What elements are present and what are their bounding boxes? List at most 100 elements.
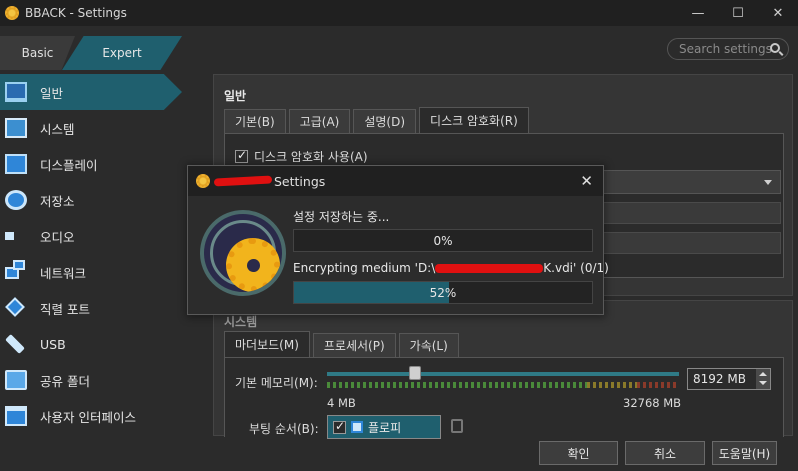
gear-hole <box>247 259 260 272</box>
memory-stepper[interactable] <box>756 369 770 389</box>
sidebar-item-label: 디스플레이 <box>40 157 98 173</box>
system-section: 시스템 마더보드(M) 프로세서(P) 가속(L) 기본 메모리(M): 4 M… <box>213 300 793 439</box>
memory-scale-warning <box>587 382 637 388</box>
operation-progress-label: 0% <box>433 233 453 248</box>
redacted-vm-name <box>213 175 273 187</box>
sidebar-item-network[interactable]: 네트워크 <box>0 254 200 290</box>
mode-tabs: Basic Expert <box>0 36 190 70</box>
operation-description: 설정 저장하는 중... <box>293 210 390 224</box>
sidebar-item-label: USB <box>40 336 66 352</box>
sub-operation-progress-label: 52% <box>429 285 457 300</box>
base-memory-label: 기본 메모리(M): <box>235 376 318 390</box>
enable-encryption-checkbox[interactable] <box>235 148 248 163</box>
sidebar-item-label: 공유 폴더 <box>40 373 90 389</box>
mode-tab-basic[interactable]: Basic <box>0 36 75 70</box>
search-placeholder: Search settings <box>679 42 772 56</box>
cancel-button[interactable]: 취소 <box>625 441 705 465</box>
general-monitor-icon <box>5 82 27 102</box>
motherboard-panel: 기본 메모리(M): 4 MB 32768 MB 8192 MB 부팅 순서(B… <box>224 357 784 439</box>
sidebar-item-system[interactable]: 시스템 <box>0 110 200 146</box>
progress-dialog: Settings ✕ 설정 저장하는 중... 0% Encrypting me… <box>187 165 609 315</box>
memory-scale-danger <box>637 382 679 388</box>
virtualbox-app-icon <box>5 6 19 20</box>
user-interface-icon <box>5 406 27 426</box>
sidebar-item-label: 오디오 <box>40 229 75 245</box>
sub-operation-progress-fill <box>294 282 449 303</box>
decrement-icon[interactable] <box>759 381 767 385</box>
search-input[interactable]: Search settings <box>667 38 789 60</box>
tab-description[interactable]: 설명(D) <box>353 109 417 133</box>
section-title-general: 일반 <box>224 89 247 103</box>
sidebar-item-storage[interactable]: 저장소 <box>0 182 200 218</box>
gear-body <box>226 238 280 292</box>
sub-operation-prefix: Encrypting medium 'D:\ <box>293 261 436 275</box>
sidebar-item-serial-port[interactable]: 직렬 포트 <box>0 290 200 326</box>
tab-disk-encryption[interactable]: 디스크 암호화(R) <box>419 107 529 133</box>
sidebar-item-label: 저장소 <box>40 193 75 209</box>
window-titlebar: BBACK - Settings — ☐ ✕ <box>0 0 798 26</box>
system-tabs: 마더보드(M) 프로세서(P) 가속(L) <box>224 331 462 357</box>
serial-port-icon <box>5 297 25 317</box>
tab-acceleration[interactable]: 가속(L) <box>398 333 459 357</box>
sidebar-item-audio[interactable]: 오디오 <box>0 218 200 254</box>
ok-button[interactable]: 확인 <box>539 441 618 465</box>
base-memory-spinbox[interactable]: 8192 MB <box>687 368 771 390</box>
window-controls: — ☐ ✕ <box>678 0 798 26</box>
tab-advanced[interactable]: 고급(A) <box>288 109 351 133</box>
move-up-icon[interactable] <box>451 419 463 433</box>
sidebar: 일반 시스템 디스플레이 저장소 오디오 네트워크 직렬 포트 USB 공유 폴… <box>0 74 200 434</box>
redacted-path <box>435 264 544 273</box>
enable-encryption-row[interactable]: 디스크 암호화 사용(A) <box>235 148 368 165</box>
memory-max-label: 32768 MB <box>623 396 682 410</box>
chevron-down-icon <box>764 180 772 185</box>
base-memory-slider[interactable] <box>327 372 679 376</box>
settings-gear-icon <box>200 210 286 296</box>
sidebar-item-shared-folders[interactable]: 공유 폴더 <box>0 362 200 398</box>
maximize-button[interactable]: ☐ <box>718 0 758 26</box>
confirm-password-field[interactable] <box>595 232 781 254</box>
memory-min-label: 4 MB <box>327 396 356 410</box>
sub-operation-suffix: K.vdi' (0/1) <box>543 261 609 275</box>
sub-operation-progress-bar: 52% <box>293 281 593 304</box>
base-memory-slider-handle[interactable] <box>409 366 421 380</box>
tab-motherboard[interactable]: 마더보드(M) <box>224 331 310 357</box>
sidebar-item-label: 네트워크 <box>40 265 87 281</box>
memory-scale-safe <box>327 382 587 388</box>
sidebar-item-usb[interactable]: USB <box>0 326 200 362</box>
encryption-cipher-select[interactable] <box>595 170 781 194</box>
floppy-icon <box>351 421 363 433</box>
help-button[interactable]: 도움말(H) <box>712 441 777 465</box>
mode-tab-expert[interactable]: Expert <box>62 36 182 70</box>
boot-order-item-floppy[interactable]: 플로피 <box>327 415 441 439</box>
progress-dialog-title: Settings <box>274 173 326 189</box>
system-chip-icon <box>5 118 27 138</box>
storage-disk-icon <box>5 190 27 210</box>
tab-basic[interactable]: 기본(B) <box>224 109 286 133</box>
audio-speaker-icon <box>5 226 23 246</box>
memory-scale <box>327 382 679 388</box>
virtualbox-app-icon <box>196 174 210 188</box>
window-title: BBACK - Settings <box>25 6 127 20</box>
general-tabs: 기본(B) 고급(A) 설명(D) 디스크 암호화(R) <box>224 107 532 133</box>
boot-floppy-checkbox[interactable] <box>333 419 346 434</box>
sub-operation-description: Encrypting medium 'D:\ K.vdi' (0/1) <box>293 261 609 275</box>
sidebar-item-general[interactable]: 일반 <box>0 74 182 110</box>
close-button[interactable]: ✕ <box>758 0 798 26</box>
sidebar-item-label: 일반 <box>40 85 64 101</box>
boot-order-label: 부팅 순서(B): <box>249 422 319 436</box>
boot-item-label: 플로피 <box>368 420 402 435</box>
sidebar-item-user-interface[interactable]: 사용자 인터페이스 <box>0 398 200 434</box>
shared-folder-icon <box>5 370 27 390</box>
dialog-buttons: 확인 취소 도움말(H) <box>0 438 798 471</box>
sidebar-item-label: 사용자 인터페이스 <box>40 409 136 425</box>
sidebar-item-label: 직렬 포트 <box>40 301 90 317</box>
display-icon <box>5 154 27 174</box>
tab-processor[interactable]: 프로세서(P) <box>312 333 396 357</box>
base-memory-value: 8192 MB <box>693 372 746 386</box>
sidebar-item-display[interactable]: 디스플레이 <box>0 146 200 182</box>
increment-icon[interactable] <box>759 372 767 376</box>
progress-dialog-close-button[interactable]: ✕ <box>580 172 593 190</box>
search-icon[interactable] <box>770 43 780 53</box>
password-field[interactable] <box>595 202 781 224</box>
minimize-button[interactable]: — <box>678 0 718 26</box>
